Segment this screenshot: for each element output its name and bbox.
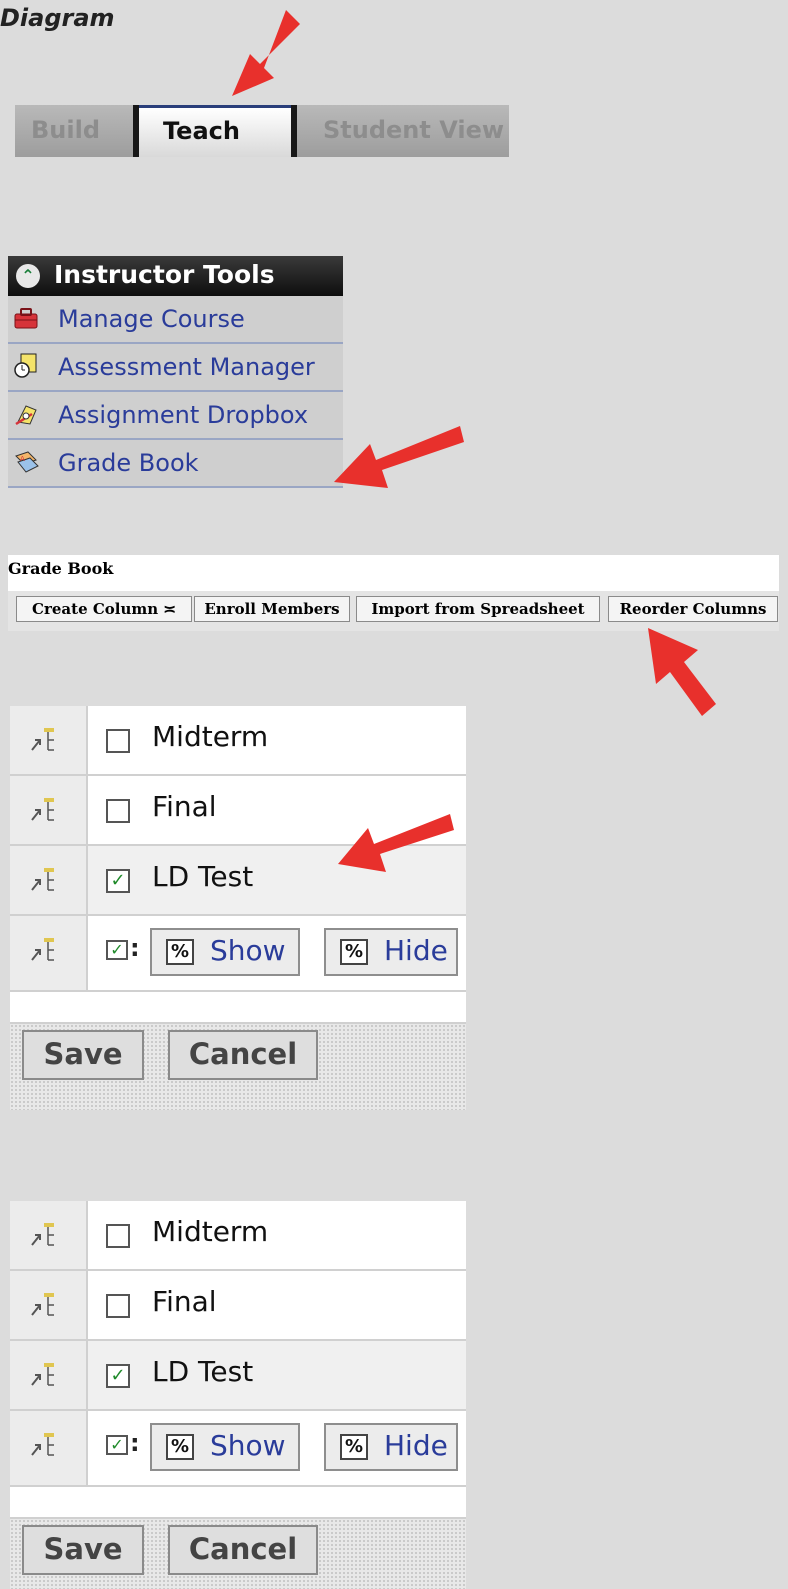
column-checkbox[interactable]: [106, 799, 130, 823]
drag-handle[interactable]: [10, 1341, 88, 1409]
instructor-tools-title: Instructor Tools: [54, 260, 275, 289]
column-row: ✓ LD Test: [10, 1341, 466, 1411]
drag-reorder-icon: [31, 938, 54, 961]
svg-text:A: A: [20, 455, 25, 463]
column-checkbox-checked[interactable]: ✓: [106, 1364, 130, 1388]
toolbox-icon: [14, 308, 38, 329]
save-button[interactable]: Save: [22, 1525, 144, 1575]
pen-document-icon: [15, 405, 37, 426]
percent-icon: %: [166, 939, 194, 965]
column-label: Final: [152, 1285, 217, 1318]
hide-label: Hide: [384, 934, 448, 967]
import-from-spreadsheet-button[interactable]: Import from Spreadsheet: [356, 596, 600, 622]
form-footer: Save Cancel: [10, 1024, 466, 1110]
column-checkbox-checked[interactable]: ✓: [106, 869, 130, 893]
drag-reorder-icon: [31, 728, 54, 751]
drag-handle[interactable]: [10, 1201, 88, 1269]
enroll-members-button[interactable]: Enroll Members: [194, 596, 350, 622]
show-button[interactable]: % Show: [150, 928, 300, 976]
checked-selection-icon: ✓: [106, 940, 128, 960]
tool-label: Assignment Dropbox: [58, 401, 309, 429]
arrow-shape: [232, 10, 300, 96]
reorder-columns-button[interactable]: Reorder Columns: [608, 596, 778, 622]
column-label: Midterm: [152, 1215, 269, 1248]
drag-reorder-icon: [31, 1433, 54, 1456]
drag-reorder-icon: [31, 798, 54, 821]
column-row: Midterm: [10, 1201, 466, 1271]
column-label: LD Test: [152, 860, 254, 893]
show-hide-row: ✓ : % Show % Hide: [10, 916, 466, 992]
drag-reorder-icon: [31, 1293, 54, 1316]
arrow-shape: [648, 628, 716, 716]
form-footer: Save Cancel: [10, 1519, 466, 1589]
column-row: Midterm: [10, 706, 466, 776]
tab-teach[interactable]: Teach: [139, 105, 291, 157]
save-button[interactable]: Save: [22, 1030, 144, 1080]
column-label: LD Test: [152, 1355, 254, 1388]
tab-build[interactable]: Build: [15, 105, 133, 157]
create-column-button[interactable]: Create Column ≍: [16, 596, 192, 622]
drag-handle[interactable]: [10, 1271, 88, 1339]
drag-handle[interactable]: [10, 916, 88, 990]
column-checkbox[interactable]: [106, 1294, 130, 1318]
hide-button[interactable]: % Hide: [324, 1423, 458, 1471]
grade-book-title: Grade Book: [8, 559, 114, 578]
checkmark-icon: ✓: [110, 870, 126, 891]
arrow-shape: [334, 426, 464, 488]
reorder-panel: Midterm Final ✓ LD Test ✓ : % Show % Hid…: [10, 1201, 466, 1589]
grade-book-section: Grade Book Create Column ≍ Enroll Member…: [8, 555, 779, 631]
reorder-panel: Midterm Final ✓ LD Test ✓ : % Show % Hid…: [10, 706, 466, 1110]
arrow-grade-book-indicator: [334, 426, 464, 488]
instructor-tools-panel: ⌃ Instructor Tools Manage Course Assessme…: [8, 256, 343, 488]
tab-student-view[interactable]: Student View: [297, 105, 509, 157]
cancel-button[interactable]: Cancel: [168, 1030, 318, 1080]
column-checkbox[interactable]: [106, 729, 130, 753]
tool-item-manage-course[interactable]: Manage Course: [8, 296, 343, 344]
create-column-label: Create Column: [32, 600, 159, 618]
hide-label: Hide: [384, 1429, 448, 1462]
dropdown-icon: ≍: [158, 600, 176, 618]
drag-handle[interactable]: [10, 1411, 88, 1485]
drag-reorder-icon: [31, 1223, 54, 1246]
tool-label: Manage Course: [58, 305, 245, 333]
column-label: Final: [152, 790, 217, 823]
arrow-reorder-columns-indicator: [648, 628, 716, 716]
arrow-teach-indicator: [232, 10, 300, 96]
cancel-button[interactable]: Cancel: [168, 1525, 318, 1575]
show-label: Show: [210, 934, 286, 967]
collapse-up-icon[interactable]: ⌃: [16, 264, 40, 288]
tool-item-assessment-manager[interactable]: Assessment Manager: [8, 344, 343, 392]
checkmark-icon: ✓: [110, 1365, 126, 1386]
drag-handle[interactable]: [10, 846, 88, 914]
grade-book-icon: A: [15, 451, 39, 473]
drag-handle[interactable]: [10, 776, 88, 844]
arrow-shape: [338, 814, 454, 872]
instructor-tools-header[interactable]: ⌃ Instructor Tools: [8, 256, 343, 296]
column-checkbox[interactable]: [106, 1224, 130, 1248]
tool-item-grade-book[interactable]: A Grade Book: [8, 440, 343, 488]
percent-icon: %: [340, 939, 368, 965]
show-label: Show: [210, 1429, 286, 1462]
tool-item-assignment-dropbox[interactable]: Assignment Dropbox: [8, 392, 343, 440]
drag-handle[interactable]: [10, 706, 88, 774]
course-tabs: Build Teach Student View: [15, 105, 509, 157]
drag-reorder-icon: [31, 1363, 54, 1386]
diagram-title: Diagram: [0, 4, 115, 32]
show-hide-row: ✓ : % Show % Hide: [10, 1411, 466, 1487]
tool-label: Grade Book: [58, 449, 199, 477]
tool-label: Assessment Manager: [58, 353, 315, 381]
arrow-ld-test-indicator: [338, 814, 454, 872]
checked-selection-icon: ✓: [106, 1435, 128, 1455]
show-button[interactable]: % Show: [150, 1423, 300, 1471]
hide-button[interactable]: % Hide: [324, 928, 458, 976]
clock-document-icon: [14, 353, 37, 378]
column-label: Midterm: [152, 720, 269, 753]
drag-reorder-icon: [31, 868, 54, 891]
column-row: Final: [10, 1271, 466, 1341]
percent-icon: %: [166, 1434, 194, 1460]
percent-icon: %: [340, 1434, 368, 1460]
